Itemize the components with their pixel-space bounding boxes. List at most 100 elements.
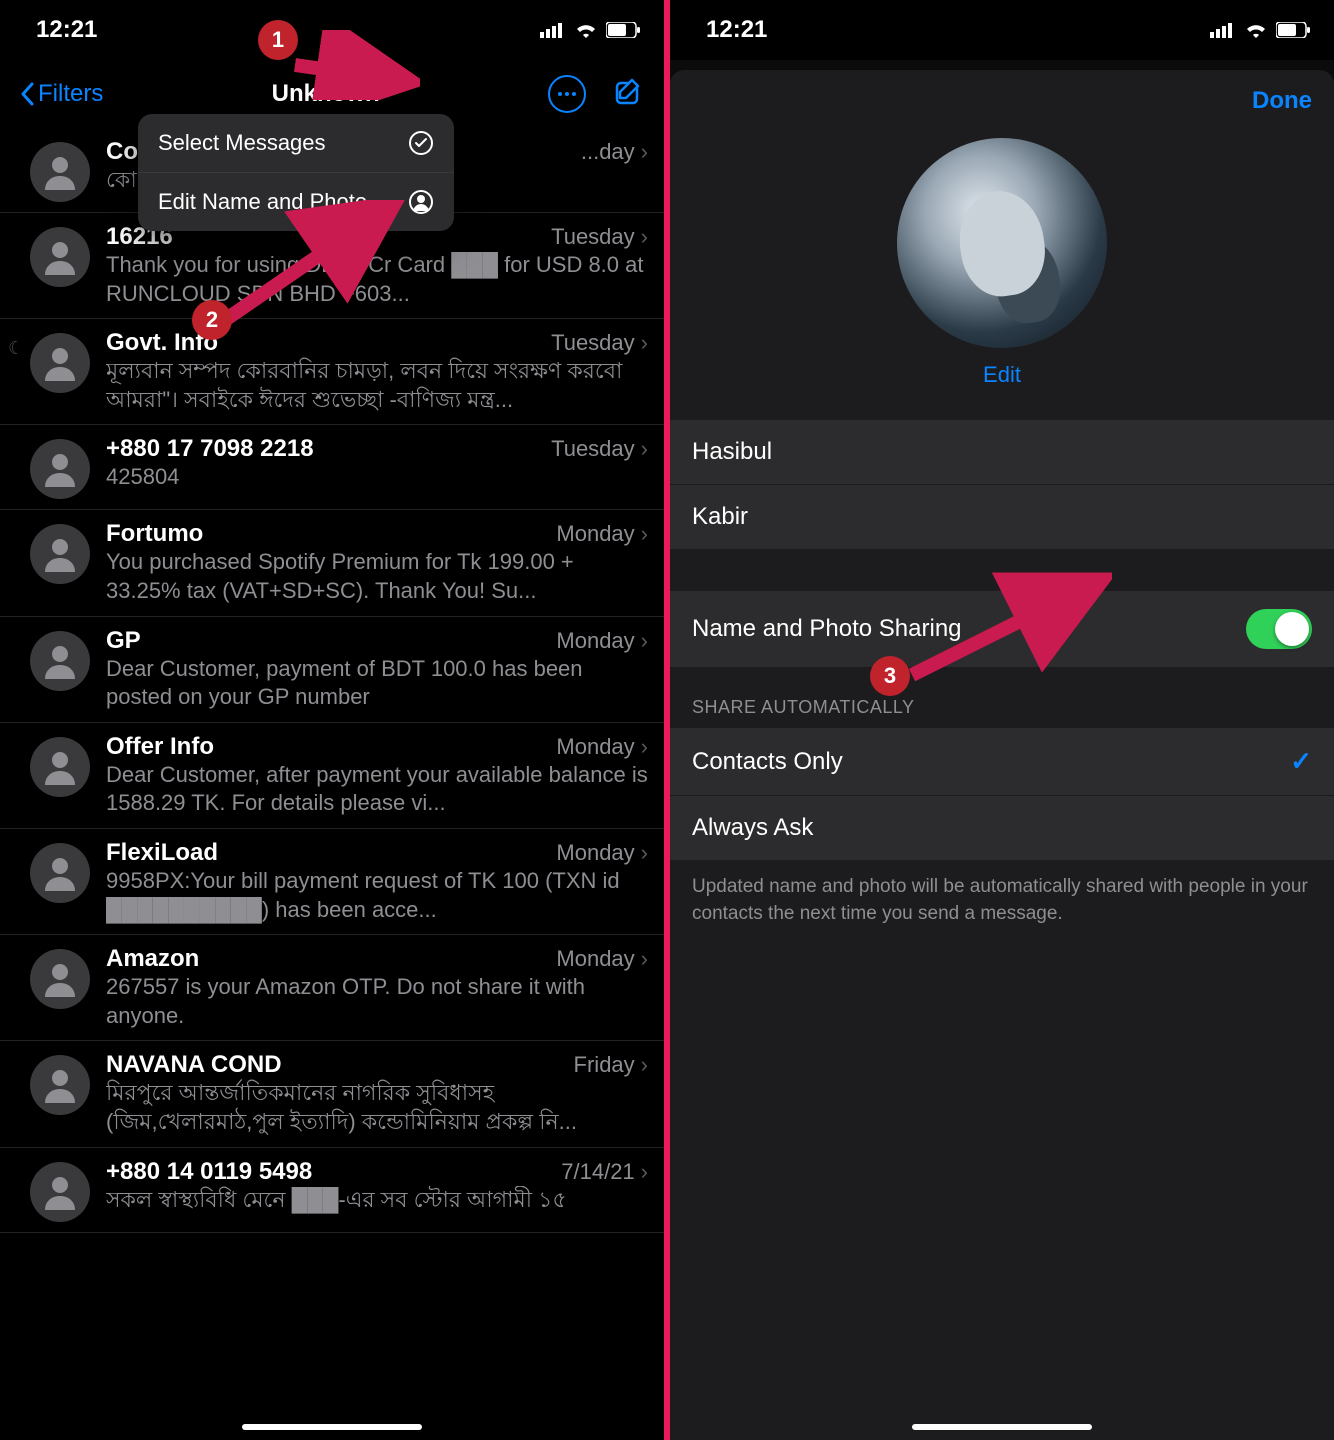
message-row[interactable]: GPMonday›Dear Customer, payment of BDT 1… xyxy=(0,617,664,723)
avatar xyxy=(30,524,90,584)
avatar xyxy=(30,333,90,393)
message-list: Co......day›কো... কো... 16216Tuesday›Tha… xyxy=(0,128,664,1233)
message-date: Monday xyxy=(548,521,634,546)
home-indicator[interactable] xyxy=(242,1424,422,1430)
message-preview: 425804 xyxy=(106,463,648,492)
message-row[interactable]: +880 17 7098 2218Tuesday›425804 xyxy=(0,425,664,510)
more-button[interactable] xyxy=(548,75,586,113)
name-photo-sharing-row: Name and Photo Sharing xyxy=(670,591,1334,667)
back-button[interactable]: Filters xyxy=(20,80,103,108)
battery-icon xyxy=(1276,22,1310,38)
message-row[interactable]: Fortumo Monday›You purchased Spotify Prem… xyxy=(0,510,664,616)
message-date: Monday xyxy=(548,840,634,865)
compose-button[interactable] xyxy=(614,77,644,112)
checkmark-icon: ✓ xyxy=(1290,746,1312,777)
sharing-label: Name and Photo Sharing xyxy=(692,615,962,643)
message-preview: Thank you for using DBBL Cr Card ███ for… xyxy=(106,251,648,308)
message-preview: Dear Customer, payment of BDT 100.0 has … xyxy=(106,655,648,712)
message-date: Friday xyxy=(566,1052,635,1077)
status-time: 12:21 xyxy=(706,16,767,44)
chevron-left-icon xyxy=(20,82,34,106)
checkmark-circle-icon xyxy=(408,130,434,156)
more-icon xyxy=(557,91,577,97)
sender: Offer Info xyxy=(106,733,214,761)
home-indicator[interactable] xyxy=(912,1424,1092,1430)
sender: +880 14 0119 5498 xyxy=(106,1158,312,1186)
right-screen: 12:21 Done Edit Hasibul Kabir Name and P… xyxy=(670,0,1334,1440)
message-date: Tuesday xyxy=(543,330,635,355)
section-header-share-auto: SHARE AUTOMATICALLY xyxy=(670,667,1334,728)
annotation-badge-1: 1 xyxy=(258,20,298,60)
sender: Fortumo xyxy=(106,520,203,548)
message-preview: 267557 is your Amazon OTP. Do not share … xyxy=(106,973,648,1030)
more-menu-popover: Select Messages Edit Name and Photo xyxy=(138,114,454,231)
last-name-value: Kabir xyxy=(692,503,748,531)
status-icons xyxy=(1210,21,1310,39)
cellular-icon xyxy=(540,22,566,38)
person-circle-icon xyxy=(408,189,434,215)
message-row[interactable]: Offer Info Monday›Dear Customer, after pa… xyxy=(0,723,664,829)
status-icons xyxy=(540,21,640,39)
last-name-field[interactable]: Kabir xyxy=(670,484,1334,549)
message-preview: মিরপুরে আন্তর্জাতিকমানের নাগরিক সুবিধাসহ… xyxy=(106,1079,648,1136)
profile-section: Edit xyxy=(670,132,1334,406)
name-fields: Hasibul Kabir xyxy=(670,420,1334,549)
battery-icon xyxy=(606,22,640,38)
status-bar: 12:21 xyxy=(670,0,1334,60)
chevron-right-icon: › xyxy=(635,840,648,865)
option-contacts-only[interactable]: Contacts Only ✓ xyxy=(670,728,1334,795)
avatar xyxy=(30,1162,90,1222)
message-preview: 9958PX:Your bill payment request of TK 1… xyxy=(106,867,648,924)
chevron-right-icon: › xyxy=(635,330,648,355)
message-date: Tuesday xyxy=(543,436,635,461)
message-preview: You purchased Spotify Premium for Tk 199… xyxy=(106,548,648,605)
avatar xyxy=(30,737,90,797)
wifi-icon xyxy=(1244,21,1268,39)
sharing-toggle[interactable] xyxy=(1246,609,1312,649)
message-row[interactable]: AmazonMonday›267557 is your Amazon OTP. … xyxy=(0,935,664,1041)
profile-sheet: Done Edit Hasibul Kabir Name and Photo S… xyxy=(670,70,1334,1440)
option-always-ask[interactable]: Always Ask xyxy=(670,795,1334,860)
message-date: 7/14/21 xyxy=(553,1159,634,1184)
chevron-right-icon: › xyxy=(635,1052,648,1077)
message-date: Tuesday xyxy=(543,224,635,249)
menu-label: Select Messages xyxy=(158,130,326,156)
chevron-right-icon: › xyxy=(635,224,648,249)
profile-photo[interactable] xyxy=(897,138,1107,348)
first-name-field[interactable]: Hasibul xyxy=(670,420,1334,484)
page-title: Unknown xyxy=(272,80,380,108)
chevron-right-icon: › xyxy=(635,628,648,653)
message-row[interactable]: NAVANA COND Friday›মিরপুরে আন্তর্জাতিকমান… xyxy=(0,1041,664,1147)
chevron-right-icon: › xyxy=(635,139,648,164)
menu-select-messages[interactable]: Select Messages xyxy=(138,114,454,172)
sender: +880 17 7098 2218 xyxy=(106,435,314,463)
chevron-right-icon: › xyxy=(635,1159,648,1184)
option-label: Always Ask xyxy=(692,814,813,842)
wifi-icon xyxy=(574,21,598,39)
message-date: ...day xyxy=(573,139,635,164)
message-preview: Dear Customer, after payment your availa… xyxy=(106,761,648,818)
message-row[interactable]: +880 14 0119 5498 7/14/21›সকল স্বাস্থ্যবি… xyxy=(0,1148,664,1233)
left-screen: 12:21 Filters Unknown Co......day›কো... … xyxy=(0,0,664,1440)
chevron-right-icon: › xyxy=(635,734,648,759)
menu-edit-name-photo[interactable]: Edit Name and Photo xyxy=(138,172,454,231)
option-label: Contacts Only xyxy=(692,748,843,776)
message-row[interactable]: Govt. InfoTuesday›মূল্যবান সম্পদ কোরবানি… xyxy=(0,319,664,425)
message-row[interactable]: FlexiLoadMonday›9958PX:Your bill payment… xyxy=(0,829,664,935)
sender: NAVANA COND xyxy=(106,1051,282,1079)
avatar xyxy=(30,142,90,202)
annotation-badge-2: 2 xyxy=(192,300,232,340)
message-date: Monday xyxy=(548,946,634,971)
sender: Amazon xyxy=(106,945,199,973)
chevron-right-icon: › xyxy=(635,521,648,546)
avatar xyxy=(30,439,90,499)
footer-note: Updated name and photo will be automatic… xyxy=(670,860,1334,941)
message-date: Monday xyxy=(548,628,634,653)
cellular-icon xyxy=(1210,22,1236,38)
edit-photo-button[interactable]: Edit xyxy=(983,362,1021,388)
message-date: Monday xyxy=(548,734,634,759)
done-button[interactable]: Done xyxy=(1252,87,1312,115)
compose-icon xyxy=(614,77,644,107)
back-label: Filters xyxy=(38,80,103,108)
message-preview: সকল স্বাস্থ্যবিধি মেনে ███-এর সব স্টোর আ… xyxy=(106,1186,648,1215)
